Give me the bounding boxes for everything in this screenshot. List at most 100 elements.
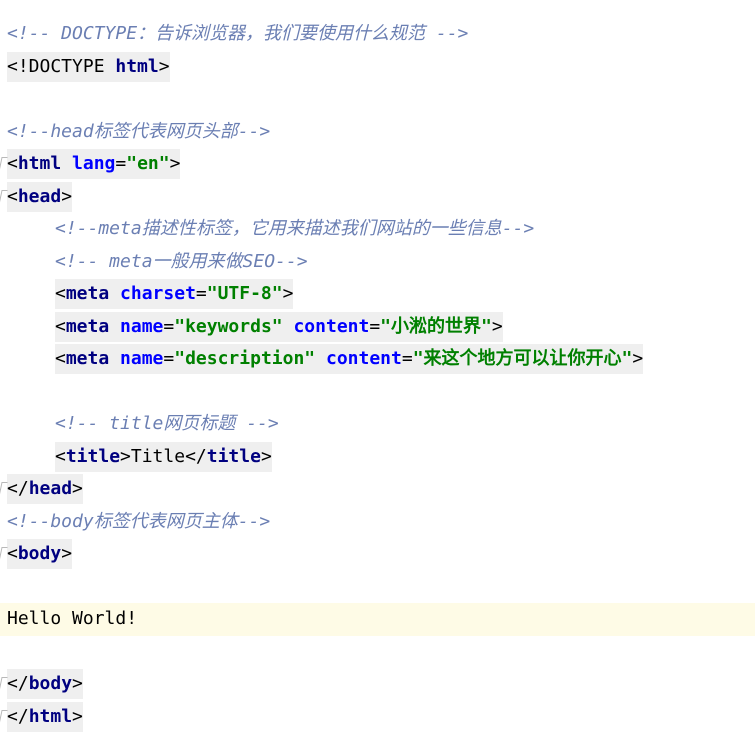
attribute-value: "来这个地方可以让你开心" xyxy=(412,348,633,369)
code-line[interactable] xyxy=(0,636,755,669)
tag-bracket: < xyxy=(7,185,18,207)
code-comment: <!-- meta一般用来做SEO--> xyxy=(55,250,308,272)
attribute-value: "UTF-8" xyxy=(206,283,283,304)
tag-bracket: > xyxy=(632,348,644,369)
tag-name: head xyxy=(17,185,62,207)
code-line[interactable] xyxy=(0,571,755,604)
attribute-value: "小淞的世界" xyxy=(380,315,492,337)
code-line[interactable]: <!-- DOCTYPE：告诉浏览器，我们要使用什么规范 --> xyxy=(0,18,755,51)
title-element: <title>Title</title> xyxy=(55,441,272,472)
tag-name: body xyxy=(28,673,73,694)
attribute-value: "description" xyxy=(174,348,316,369)
tag-bracket: > xyxy=(61,185,73,207)
tag-bracket: </ xyxy=(7,705,29,727)
attribute-name: content xyxy=(325,348,402,369)
attribute-value: "keywords" xyxy=(174,315,283,337)
tag-bracket: > xyxy=(282,283,294,304)
attribute-value: "en" xyxy=(126,153,170,174)
code-line[interactable]: <!--head标签代表网页头部--> xyxy=(0,116,755,149)
code-line[interactable]: </head> xyxy=(0,473,755,506)
open-tag: <meta name="keywords" content="小淞的世界"> xyxy=(55,311,503,342)
tag-bracket: < xyxy=(7,543,18,564)
code-line[interactable]: <meta name="keywords" content="小淞的世界"> xyxy=(0,311,755,344)
tag-bracket: </ xyxy=(185,445,207,467)
code-line[interactable] xyxy=(0,83,755,116)
code-line[interactable]: <meta name="description" content="来这个地方可… xyxy=(0,343,755,376)
element-text: Title xyxy=(130,445,186,467)
open-tag: <meta charset="UTF-8"> xyxy=(55,279,294,309)
tag-bracket: < xyxy=(55,445,66,467)
code-comment: <!-- title网页标题 --> xyxy=(55,413,279,434)
code-line[interactable] xyxy=(0,376,755,409)
open-tag: <html lang="en"> xyxy=(7,149,181,179)
tag-bracket: > xyxy=(61,543,73,564)
code-comment: <!--body标签代表网页主体--> xyxy=(7,510,271,532)
tag-name: html xyxy=(28,705,73,727)
doctype-keyword: html xyxy=(115,55,159,77)
code-comment: <!--head标签代表网页头部--> xyxy=(7,120,271,142)
attribute-name: charset xyxy=(120,283,196,304)
tag-bracket: > xyxy=(260,445,272,467)
code-line[interactable]: </html> xyxy=(0,701,755,734)
equals-sign: = xyxy=(163,315,175,337)
equals-sign: = xyxy=(163,348,175,369)
tag-bracket: > xyxy=(120,445,131,467)
code-line[interactable]: <!-- title网页标题 --> xyxy=(0,408,755,441)
code-line[interactable]: <!--meta描述性标签，它用来描述我们网站的一些信息--> xyxy=(0,213,755,246)
attribute-name: name xyxy=(120,315,164,337)
tag-name: body xyxy=(17,543,62,564)
code-line[interactable]: <head> xyxy=(0,181,755,214)
attribute-name: lang xyxy=(72,153,116,174)
tag-name: html xyxy=(17,153,62,174)
doctype-open: <!DOCTYPE xyxy=(7,55,116,77)
code-line[interactable]: <!DOCTYPE html> xyxy=(0,51,755,84)
body-text: Hello World! xyxy=(7,608,138,629)
tag-name: meta xyxy=(65,348,110,369)
doctype-declaration: <!DOCTYPE html> xyxy=(7,51,170,82)
close-tag: </body> xyxy=(7,669,83,699)
code-line[interactable]: <html lang="en"> xyxy=(0,148,755,181)
equals-sign: = xyxy=(115,153,127,174)
code-comment: <!--meta描述性标签，它用来描述我们网站的一些信息--> xyxy=(55,218,535,239)
tag-bracket: > xyxy=(169,153,181,174)
code-comment: <!-- DOCTYPE：告诉浏览器，我们要使用什么规范 --> xyxy=(7,23,469,44)
open-tag: <meta name="description" content="来这个地方可… xyxy=(55,344,644,374)
tag-name: meta xyxy=(65,283,110,304)
open-tag: <body> xyxy=(7,539,73,569)
code-line[interactable]: <title>Title</title> xyxy=(0,441,755,474)
code-line[interactable]: <meta charset="UTF-8"> xyxy=(0,278,755,311)
equals-sign: = xyxy=(195,283,207,304)
tag-name: head xyxy=(28,478,73,499)
tag-bracket: < xyxy=(55,315,66,337)
code-editor[interactable]: <!-- DOCTYPE：告诉浏览器，我们要使用什么规范 --> <!DOCTYP… xyxy=(0,18,755,733)
attribute-name: content xyxy=(293,315,370,337)
equals-sign: = xyxy=(401,348,413,369)
tag-bracket: < xyxy=(7,153,18,174)
equals-sign: = xyxy=(369,315,381,337)
tag-bracket: > xyxy=(72,705,83,727)
code-line[interactable]: <!--body标签代表网页主体--> xyxy=(0,506,755,539)
tag-name: meta xyxy=(65,315,110,337)
close-tag: </html> xyxy=(7,701,83,732)
doctype-close: > xyxy=(158,55,170,77)
attribute-name: name xyxy=(120,348,164,369)
tag-bracket: > xyxy=(491,315,503,337)
close-tag: </head> xyxy=(7,474,83,504)
tag-bracket: < xyxy=(55,283,66,304)
code-line[interactable]: <body> xyxy=(0,538,755,571)
code-line[interactable]: </body> xyxy=(0,668,755,701)
tag-bracket: </ xyxy=(7,673,29,694)
open-tag: <head> xyxy=(7,181,73,212)
tag-bracket: > xyxy=(72,478,83,499)
tag-bracket: > xyxy=(72,673,83,694)
tag-bracket: < xyxy=(55,348,66,369)
code-line[interactable]: <!-- meta一般用来做SEO--> xyxy=(0,246,755,279)
code-line-current[interactable]: Hello World! xyxy=(0,603,755,636)
tag-bracket: </ xyxy=(7,478,29,499)
tag-name: title xyxy=(65,445,121,467)
